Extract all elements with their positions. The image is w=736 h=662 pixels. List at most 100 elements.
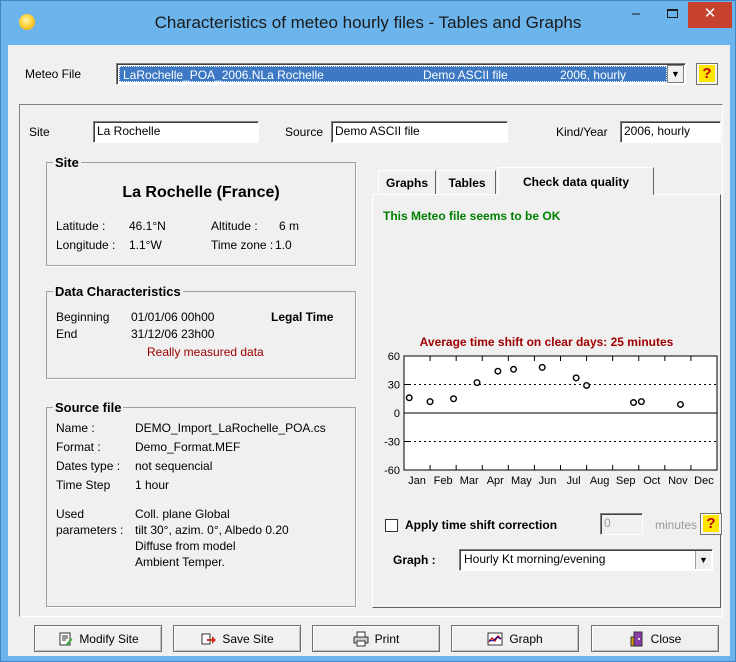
tab-graphs[interactable]: Graphs (378, 170, 436, 194)
graph-select[interactable]: Hourly Kt morning/evening ▼ (459, 549, 713, 571)
graph-icon (487, 632, 503, 645)
quality-status: This Meteo file seems to be OK (383, 209, 561, 223)
source-name-label: Name : (56, 421, 95, 435)
save-arrow-icon (201, 633, 217, 644)
data-characteristics-title: Data Characteristics (53, 284, 183, 299)
tab-tables[interactable]: Tables (438, 170, 496, 194)
dialog-body: Meteo File LaRochelle_POA_2006.NLa Roche… (8, 45, 730, 656)
data-point (426, 398, 434, 406)
data-point (494, 367, 502, 375)
data-point (405, 394, 413, 402)
graph-label: Graph (509, 631, 543, 646)
title-bar[interactable]: Characteristics of meteo hourly files - … (1, 1, 735, 45)
save-site-label: Save Site (222, 631, 274, 646)
parameter-4: Ambient Temper. (135, 555, 225, 569)
close-label: Close (650, 631, 682, 646)
site-name: La Rochelle (France) (122, 184, 280, 201)
x-tick-label: Jun (539, 475, 557, 487)
source-label: Source (285, 125, 324, 139)
data-point (583, 381, 591, 389)
source-file-group: Source file Name : DEMO_Import_LaRochell… (46, 400, 356, 607)
y-tick-label: -60 (384, 465, 400, 477)
help-icon: ? (699, 65, 715, 82)
meteo-help-button[interactable]: ? (696, 63, 718, 85)
meteo-file-label: Meteo File (25, 67, 82, 81)
tab-check-data-quality[interactable]: Check data quality (498, 167, 654, 195)
parameter-1: Coll. plane Global (135, 507, 230, 521)
site-field[interactable]: La Rochelle (93, 121, 259, 143)
site-group: Site La Rochelle (France) Latitude : 46.… (46, 155, 356, 266)
end-value: 31/12/06 23h00 (131, 327, 215, 341)
kind-year-field[interactable]: 2006, hourly (620, 121, 721, 143)
latitude-value: 46.1°N (129, 219, 166, 233)
save-site-button[interactable]: Save Site (173, 625, 301, 652)
format-value: Demo_Format.MEF (135, 440, 241, 454)
y-tick-label: 0 (394, 408, 400, 420)
beginning-value: 01/01/06 00h00 (131, 310, 215, 324)
meteo-file-dropdown-button[interactable]: ▼ (667, 65, 684, 83)
longitude-label: Longitude : (56, 238, 116, 252)
data-point (676, 400, 684, 408)
close-button[interactable]: Close (591, 625, 719, 652)
data-point (473, 379, 481, 387)
time-step-label: Time Step (56, 478, 111, 492)
parameter-2: tilt 30°, azim. 0°, Albedo 0.20 (135, 523, 289, 537)
modify-site-button[interactable]: Modify Site (34, 625, 162, 652)
meteo-file-combo[interactable]: LaRochelle_POA_2006.NLa Rochelle Demo AS… (116, 63, 686, 85)
y-tick-label: 30 (388, 380, 400, 392)
time-type: Legal Time (271, 310, 334, 324)
used-label: Used (56, 507, 85, 521)
time-shift-chart: 60 30 0 -30 -60 Jan Feb Mar Apr May Jun Jul Aug Sep Oc… (384, 351, 718, 487)
longitude-value: 1.1°W (129, 238, 162, 252)
source-field[interactable]: Demo ASCII file (331, 121, 508, 143)
x-tick-label: Jul (567, 475, 581, 487)
site-label: Site (29, 125, 50, 139)
altitude-value: 6 m (279, 219, 300, 233)
maximize-button[interactable] (657, 2, 687, 28)
close-window-button[interactable]: ✕ (688, 2, 732, 28)
graph-select-value: Hourly Kt morning/evening (464, 552, 606, 566)
minutes-field[interactable]: 0 (600, 513, 643, 535)
data-point (450, 395, 458, 403)
data-point (538, 363, 546, 371)
minutes-label: minutes (655, 518, 698, 532)
kind-year-label: Kind/Year (556, 125, 608, 139)
y-tick-label: -30 (384, 437, 400, 449)
end-label: End (56, 327, 78, 341)
timezone-label: Time zone : (211, 238, 274, 252)
app-window: Characteristics of meteo hourly files - … (0, 0, 736, 662)
edit-document-icon (59, 632, 73, 645)
printer-icon (353, 631, 369, 646)
time-shift-help-button[interactable]: ? (700, 513, 722, 535)
x-tick-label: Feb (434, 475, 453, 487)
apply-correction-checkbox[interactable] (385, 519, 398, 532)
measured-data-note: Really measured data (147, 345, 264, 359)
maximize-icon (666, 9, 678, 18)
print-label: Print (374, 631, 400, 646)
meteo-file-kind: 2006, hourly (560, 68, 627, 82)
x-tick-label: Dec (694, 475, 714, 487)
site-group-title: Site (53, 155, 81, 170)
x-tick-label: Aug (590, 475, 610, 487)
data-point (572, 374, 580, 382)
meteo-file-name: LaRochelle_POA_2006.NLa Rochelle (123, 68, 324, 82)
graph-select-dropdown-button[interactable]: ▼ (695, 551, 711, 569)
latitude-label: Latitude : (56, 219, 106, 233)
y-tick-label: 60 (388, 351, 400, 363)
parameters-label: parameters : (56, 523, 124, 537)
modify-site-label: Modify Site (79, 631, 139, 646)
x-tick-label: May (511, 475, 532, 487)
x-tick-label: Nov (668, 475, 688, 487)
data-characteristics-group: Data Characteristics Beginning 01/01/06 … (46, 284, 356, 379)
altitude-label: Altitude : (211, 219, 258, 233)
apply-correction-label: Apply time shift correction (405, 518, 558, 532)
data-point (637, 398, 645, 406)
x-tick-label: Sep (616, 475, 636, 487)
format-label: Format : (56, 440, 101, 454)
minimize-button[interactable]: – (621, 2, 651, 28)
x-tick-label: Apr (487, 475, 504, 487)
graph-button[interactable]: Graph (451, 625, 579, 652)
data-point (630, 399, 638, 407)
print-button[interactable]: Print (312, 625, 440, 652)
time-shift-title: Average time shift on clear days: 25 min… (419, 335, 674, 349)
